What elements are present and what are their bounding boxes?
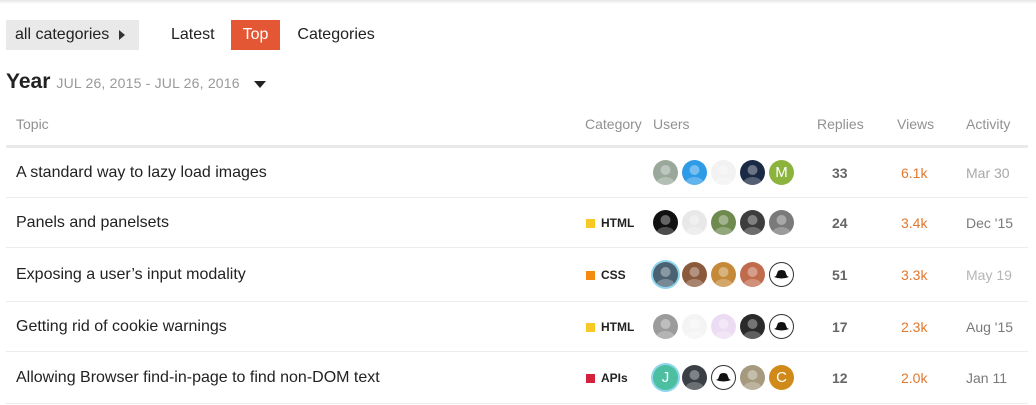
tab-top[interactable]: Top bbox=[230, 20, 281, 50]
tab-categories[interactable]: Categories bbox=[286, 20, 385, 50]
topic-title-link[interactable]: Allowing Browser find-in-page to find no… bbox=[16, 369, 380, 387]
header-replies[interactable]: Replies bbox=[817, 116, 864, 132]
category-badge[interactable]: APIs bbox=[586, 371, 628, 385]
letter-avatar[interactable]: J bbox=[653, 365, 678, 390]
dark-face-avatar[interactable] bbox=[740, 160, 765, 185]
category-name: HTML bbox=[601, 320, 635, 334]
last-activity[interactable]: May 19 bbox=[966, 267, 1012, 283]
caret-right-icon bbox=[119, 30, 126, 40]
posters-avatars bbox=[653, 262, 798, 287]
bearded-man-avatar[interactable] bbox=[682, 365, 707, 390]
replies-count[interactable]: 12 bbox=[832, 370, 848, 386]
posters-avatars: JC bbox=[653, 365, 798, 390]
header-views[interactable]: Views bbox=[897, 116, 934, 132]
navigation-bar: all categories Latest Top Categories bbox=[6, 20, 386, 50]
fedora-avatar[interactable] bbox=[769, 314, 794, 339]
category-color-swatch bbox=[586, 373, 595, 383]
caret-down-icon bbox=[254, 81, 266, 88]
last-activity[interactable]: Jan 11 bbox=[966, 370, 1007, 386]
last-activity[interactable]: Mar 30 bbox=[966, 165, 1010, 181]
period-selector[interactable]: Year JUL 26, 2015 - JUL 26, 2016 bbox=[6, 70, 266, 94]
category-badge[interactable]: HTML bbox=[586, 320, 634, 334]
period-range: JUL 26, 2015 - JUL 26, 2016 bbox=[56, 75, 240, 91]
grey-portrait-avatar[interactable] bbox=[769, 210, 794, 235]
category-name: CSS bbox=[601, 268, 626, 282]
dog-avatar[interactable] bbox=[711, 262, 736, 287]
category-badge[interactable]: HTML bbox=[586, 216, 634, 230]
table-row[interactable]: Allowing Browser find-in-page to find no… bbox=[6, 352, 1028, 404]
topic-title-link[interactable]: Panels and panelsets bbox=[16, 214, 169, 232]
views-count: 2.3k bbox=[901, 319, 928, 335]
last-activity[interactable]: Dec '15 bbox=[966, 215, 1013, 231]
category-dropdown[interactable]: all categories bbox=[6, 20, 139, 50]
skull-avatar[interactable] bbox=[711, 160, 736, 185]
category-color-swatch bbox=[586, 270, 595, 280]
tink-logo-avatar[interactable] bbox=[653, 210, 678, 235]
period-title: Year bbox=[6, 70, 51, 93]
fedora-avatar[interactable] bbox=[711, 365, 736, 390]
views-count: 3.4k bbox=[901, 215, 928, 231]
dog-sketch-avatar[interactable] bbox=[682, 314, 707, 339]
topic-list-header: Topic Category Users Replies Views Activ… bbox=[6, 113, 1028, 148]
posters-avatars bbox=[653, 314, 798, 339]
tab-latest[interactable]: Latest bbox=[160, 20, 226, 50]
blue-swirl-avatar[interactable] bbox=[682, 160, 707, 185]
views-count: 3.3k bbox=[901, 267, 928, 283]
category-name: HTML bbox=[601, 216, 635, 230]
bw-portrait-avatar[interactable] bbox=[740, 210, 765, 235]
cartoon-avatar[interactable] bbox=[711, 210, 736, 235]
header-topic[interactable]: Topic bbox=[16, 116, 49, 132]
fedora-avatar[interactable] bbox=[769, 262, 794, 287]
hat-man-avatar[interactable] bbox=[653, 262, 678, 287]
replies-count[interactable]: 24 bbox=[832, 215, 848, 231]
views-count: 2.0k bbox=[901, 370, 928, 386]
category-name: APIs bbox=[601, 371, 628, 385]
table-row[interactable]: Exposing a user’s input modality CSS 51 3.3… bbox=[6, 248, 1028, 302]
category-badge[interactable]: CSS bbox=[586, 268, 626, 282]
last-activity[interactable]: Aug '15 bbox=[966, 319, 1013, 335]
header-activity[interactable]: Activity bbox=[966, 116, 1010, 132]
sketch-avatar[interactable] bbox=[682, 210, 707, 235]
table-row[interactable]: A standard way to lazy load images M 33 6.1… bbox=[6, 148, 1028, 198]
bald-man-avatar[interactable] bbox=[653, 160, 678, 185]
replies-count[interactable]: 51 bbox=[832, 267, 848, 283]
portrait-avatar[interactable] bbox=[682, 262, 707, 287]
avatar-letter: C bbox=[776, 369, 787, 386]
old-photo-avatar[interactable] bbox=[740, 365, 765, 390]
views-count: 6.1k bbox=[901, 165, 928, 181]
letter-avatar[interactable]: C bbox=[769, 365, 794, 390]
topic-title-link[interactable]: A standard way to lazy load images bbox=[16, 164, 267, 182]
avatar-letter: M bbox=[775, 164, 788, 181]
replies-count[interactable]: 33 bbox=[832, 165, 848, 181]
topic-title-link[interactable]: Getting rid of cookie warnings bbox=[16, 318, 227, 336]
header-shadow bbox=[0, 0, 1036, 4]
topic-title-link[interactable]: Exposing a user’s input modality bbox=[16, 266, 246, 284]
table-row[interactable]: Panels and panelsets HTML 24 3.4k Dec '15 bbox=[6, 198, 1028, 248]
avatar-letter: J bbox=[661, 369, 670, 386]
posters-avatars: M bbox=[653, 160, 798, 185]
category-color-swatch bbox=[586, 218, 595, 228]
replies-count[interactable]: 17 bbox=[832, 319, 848, 335]
mono-portrait-avatar[interactable] bbox=[740, 314, 765, 339]
posters-avatars bbox=[653, 210, 798, 235]
header-category[interactable]: Category bbox=[585, 116, 642, 132]
category-color-swatch bbox=[586, 322, 595, 332]
purple-doodle-avatar[interactable] bbox=[711, 314, 736, 339]
letter-avatar[interactable]: M bbox=[769, 160, 794, 185]
bw-face-avatar[interactable] bbox=[653, 314, 678, 339]
redhead-avatar[interactable] bbox=[740, 262, 765, 287]
header-users: Users bbox=[653, 116, 690, 132]
category-dropdown-label: all categories bbox=[15, 26, 110, 43]
table-row[interactable]: Getting rid of cookie warnings HTML 17 2.3k… bbox=[6, 302, 1028, 352]
